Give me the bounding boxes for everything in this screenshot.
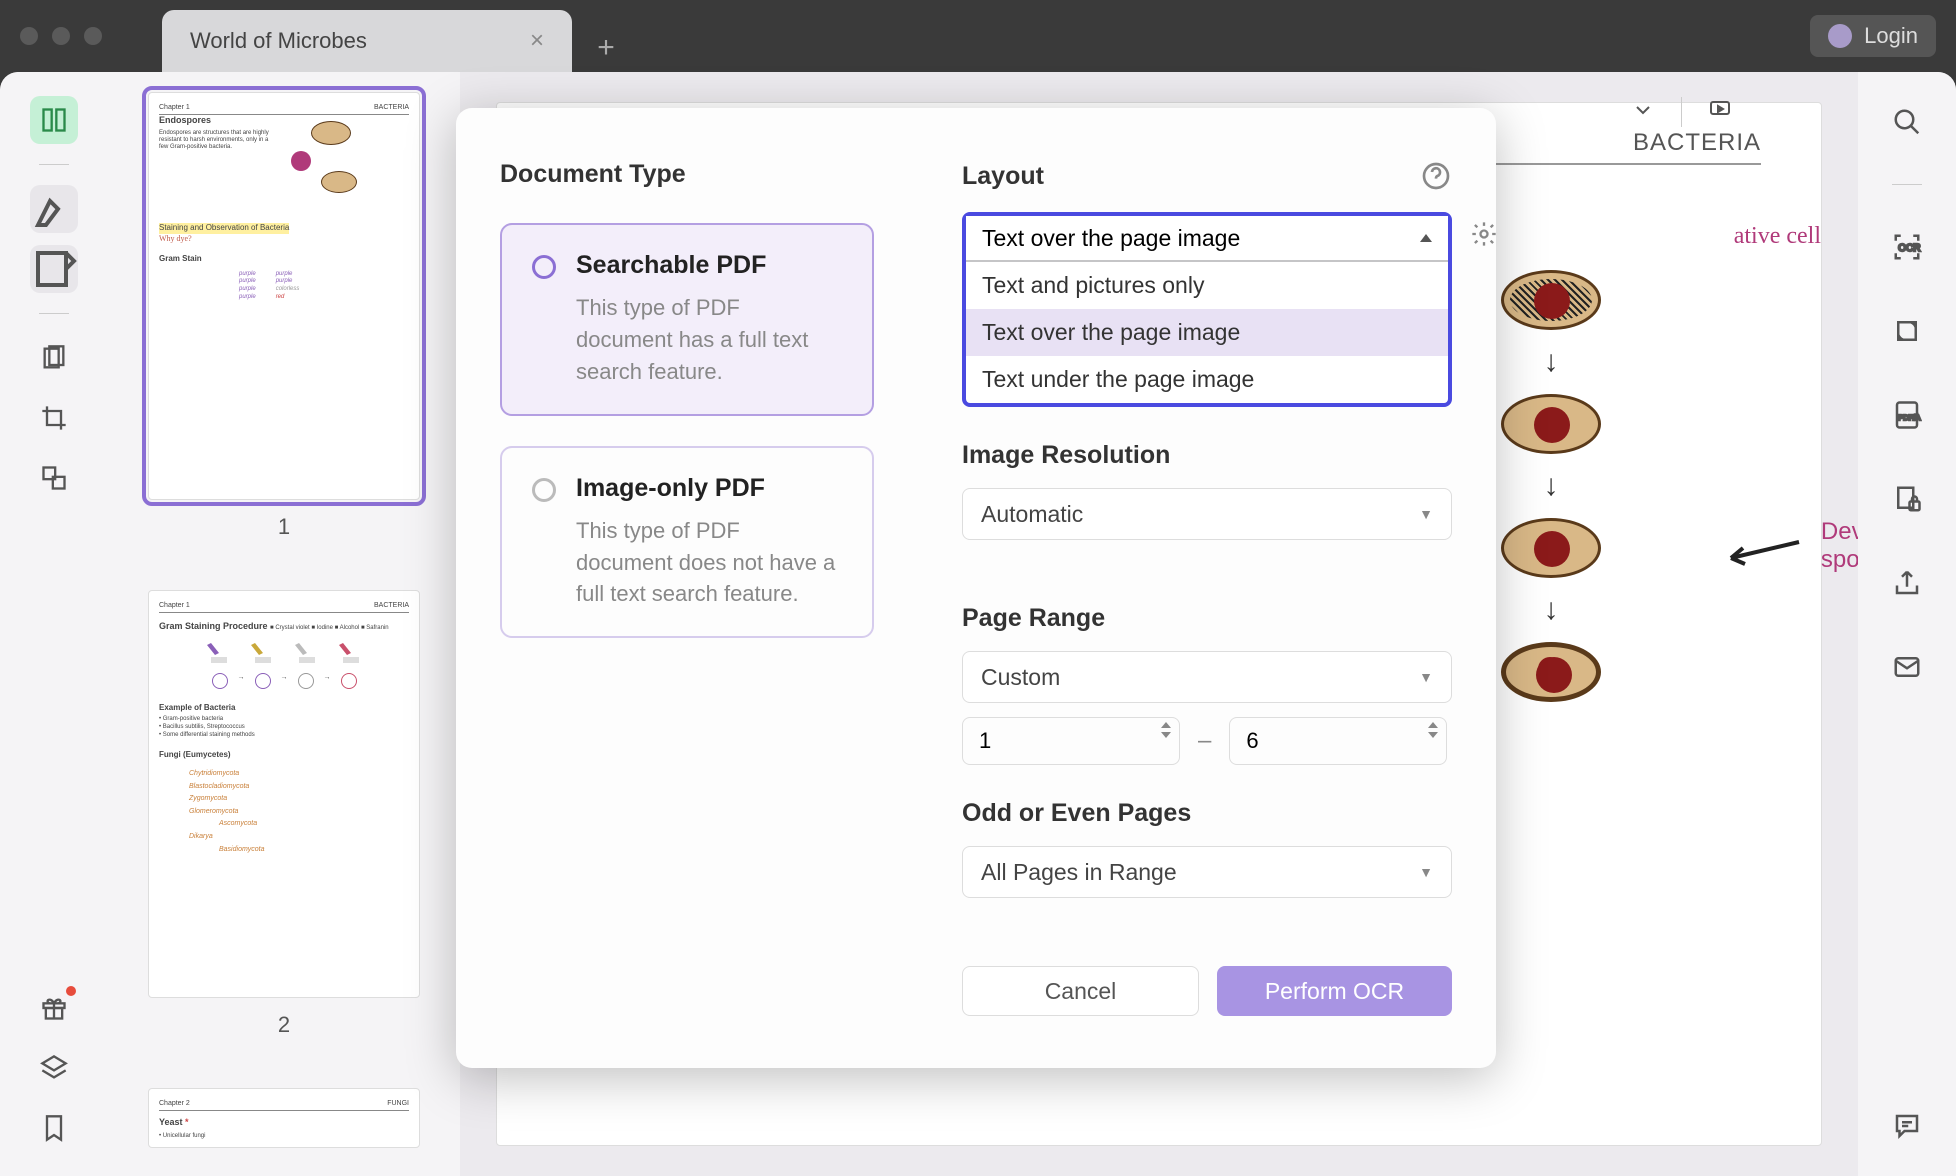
chevron-down-icon: ▼ (1419, 669, 1433, 685)
divider (1892, 184, 1922, 185)
share-icon[interactable] (1885, 561, 1929, 605)
thumbnail-number: 1 (134, 514, 434, 540)
help-icon[interactable] (1420, 160, 1452, 192)
document-type-title: Document Type (500, 160, 874, 189)
odd-even-select[interactable]: All Pages in Range ▼ (962, 846, 1452, 898)
stepper-down-icon[interactable] (1161, 732, 1171, 738)
new-tab-button[interactable]: + (582, 24, 630, 72)
tab-title: World of Microbes (190, 28, 367, 54)
doc-type-searchable[interactable]: Searchable PDF This type of PDF document… (500, 223, 874, 416)
duplicate-tool[interactable] (30, 454, 78, 502)
input-value: 1 (979, 728, 991, 754)
lock-file-icon[interactable] (1885, 477, 1929, 521)
layout-title: Layout (962, 162, 1044, 191)
select-value: Custom (981, 664, 1060, 691)
odd-even-title: Odd or Even Pages (962, 799, 1452, 828)
thumbnail-page-3[interactable]: Chapter 2FUNGI Yeast * • Unicellular fun… (148, 1088, 420, 1148)
thumbnails-panel: Chapter 1BACTERIA Endospores Endospores … (108, 72, 460, 1176)
gift-icon[interactable] (30, 984, 78, 1032)
titlebar: World of Microbes × + Login (0, 0, 1956, 72)
tab-strip: World of Microbes × + (162, 0, 630, 72)
thumbnail-number: 2 (134, 1012, 434, 1038)
ocr-dialog: Document Type Searchable PDF This type o… (456, 108, 1496, 1068)
illust-label-developing: Developing (1821, 518, 1858, 545)
minimize-window[interactable] (52, 27, 70, 45)
input-value: 6 (1246, 728, 1258, 754)
maximize-window[interactable] (84, 27, 102, 45)
thumbnail-item[interactable]: Chapter 1BACTERIA Gram Staining Procedur… (134, 590, 434, 1038)
left-rail (0, 72, 108, 1176)
chevron-down-icon[interactable] (1631, 98, 1655, 127)
right-rail: OCR PDF/A (1858, 72, 1956, 1176)
image-resolution-title: Image Resolution (962, 441, 1452, 470)
range-from-input[interactable]: 1 (962, 717, 1180, 765)
image-resolution-select[interactable]: Automatic ▼ (962, 488, 1452, 540)
tab-document[interactable]: World of Microbes × (162, 10, 572, 72)
svg-text:OCR: OCR (1898, 243, 1920, 254)
layout-options: Text and pictures only Text over the pag… (966, 262, 1448, 403)
presentation-icon[interactable] (1708, 98, 1732, 127)
page-range-select[interactable]: Custom ▼ (962, 651, 1452, 703)
layout-option[interactable]: Text and pictures only (966, 262, 1448, 309)
layout-selected[interactable]: Text over the page image (966, 216, 1448, 262)
window-controls (20, 27, 102, 45)
divider (39, 164, 69, 165)
layout-option[interactable]: Text over the page image (966, 309, 1448, 356)
choice-desc: This type of PDF document does not have … (576, 515, 842, 611)
mail-icon[interactable] (1885, 645, 1929, 689)
text-note-tool[interactable] (30, 245, 78, 293)
gear-icon[interactable] (1468, 218, 1500, 250)
range-to-input[interactable]: 6 (1229, 717, 1447, 765)
stepper-up-icon[interactable] (1161, 722, 1171, 728)
top-toolbar-fragment (1631, 92, 1732, 132)
avatar-icon (1828, 24, 1852, 48)
crop-tool[interactable] (30, 394, 78, 442)
copy-tool[interactable] (30, 334, 78, 382)
svg-text:PDF/A: PDF/A (1898, 413, 1920, 422)
comment-icon[interactable] (1885, 1104, 1929, 1148)
thumbnail-page-2[interactable]: Chapter 1BACTERIA Gram Staining Procedur… (148, 590, 420, 998)
dialog-left-pane: Document Type Searchable PDF This type o… (456, 108, 918, 1068)
layout-option[interactable]: Text under the page image (966, 356, 1448, 403)
search-icon[interactable] (1885, 100, 1929, 144)
layers-icon[interactable] (30, 1044, 78, 1092)
thumbnails-panel-button[interactable] (30, 96, 78, 144)
select-value: Automatic (981, 501, 1083, 528)
layout-dropdown-wrap: Text over the page image Text and pictur… (962, 212, 1452, 407)
chevron-down-icon: ▼ (1419, 864, 1433, 880)
ocr-icon[interactable]: OCR (1885, 225, 1929, 269)
thumbnail-item[interactable]: Chapter 2FUNGI Yeast * • Unicellular fun… (134, 1088, 434, 1148)
page-range-title: Page Range (962, 604, 1452, 633)
divider (1681, 97, 1682, 127)
choice-title: Image-only PDF (576, 474, 842, 503)
select-value: All Pages in Range (981, 859, 1177, 886)
choice-title: Searchable PDF (576, 251, 842, 280)
thumbnail-item[interactable]: Chapter 1BACTERIA Endospores Endospores … (134, 92, 434, 540)
illust-label-sporecoat: spore coat (1821, 546, 1858, 573)
range-dash: – (1198, 727, 1211, 755)
dialog-right-pane: Layout Text over the page image Text and… (918, 108, 1496, 1068)
close-tab-icon[interactable]: × (530, 27, 544, 55)
highlighter-tool[interactable] (30, 185, 78, 233)
pdfa-icon[interactable]: PDF/A (1885, 393, 1929, 437)
subject-label: BACTERIA (1633, 129, 1761, 157)
login-button[interactable]: Login (1810, 15, 1936, 57)
divider (39, 313, 69, 314)
rotate-icon[interactable] (1885, 309, 1929, 353)
thumbnail-page-1[interactable]: Chapter 1BACTERIA Endospores Endospores … (148, 92, 420, 500)
doc-type-image-only[interactable]: Image-only PDF This type of PDF document… (500, 446, 874, 639)
cancel-button[interactable]: Cancel (962, 966, 1199, 1016)
layout-dropdown-open[interactable]: Text over the page image Text and pictur… (962, 212, 1452, 407)
bookmark-icon[interactable] (30, 1104, 78, 1152)
thumb-illustration (281, 111, 411, 221)
radio-icon (532, 478, 556, 502)
close-window[interactable] (20, 27, 38, 45)
stepper-up-icon[interactable] (1428, 722, 1438, 728)
perform-ocr-button[interactable]: Perform OCR (1217, 966, 1452, 1016)
radio-icon (532, 255, 556, 279)
login-label: Login (1864, 23, 1918, 49)
choice-desc: This type of PDF document has a full tex… (576, 292, 842, 388)
chevron-down-icon: ▼ (1419, 506, 1433, 522)
stepper-down-icon[interactable] (1428, 732, 1438, 738)
